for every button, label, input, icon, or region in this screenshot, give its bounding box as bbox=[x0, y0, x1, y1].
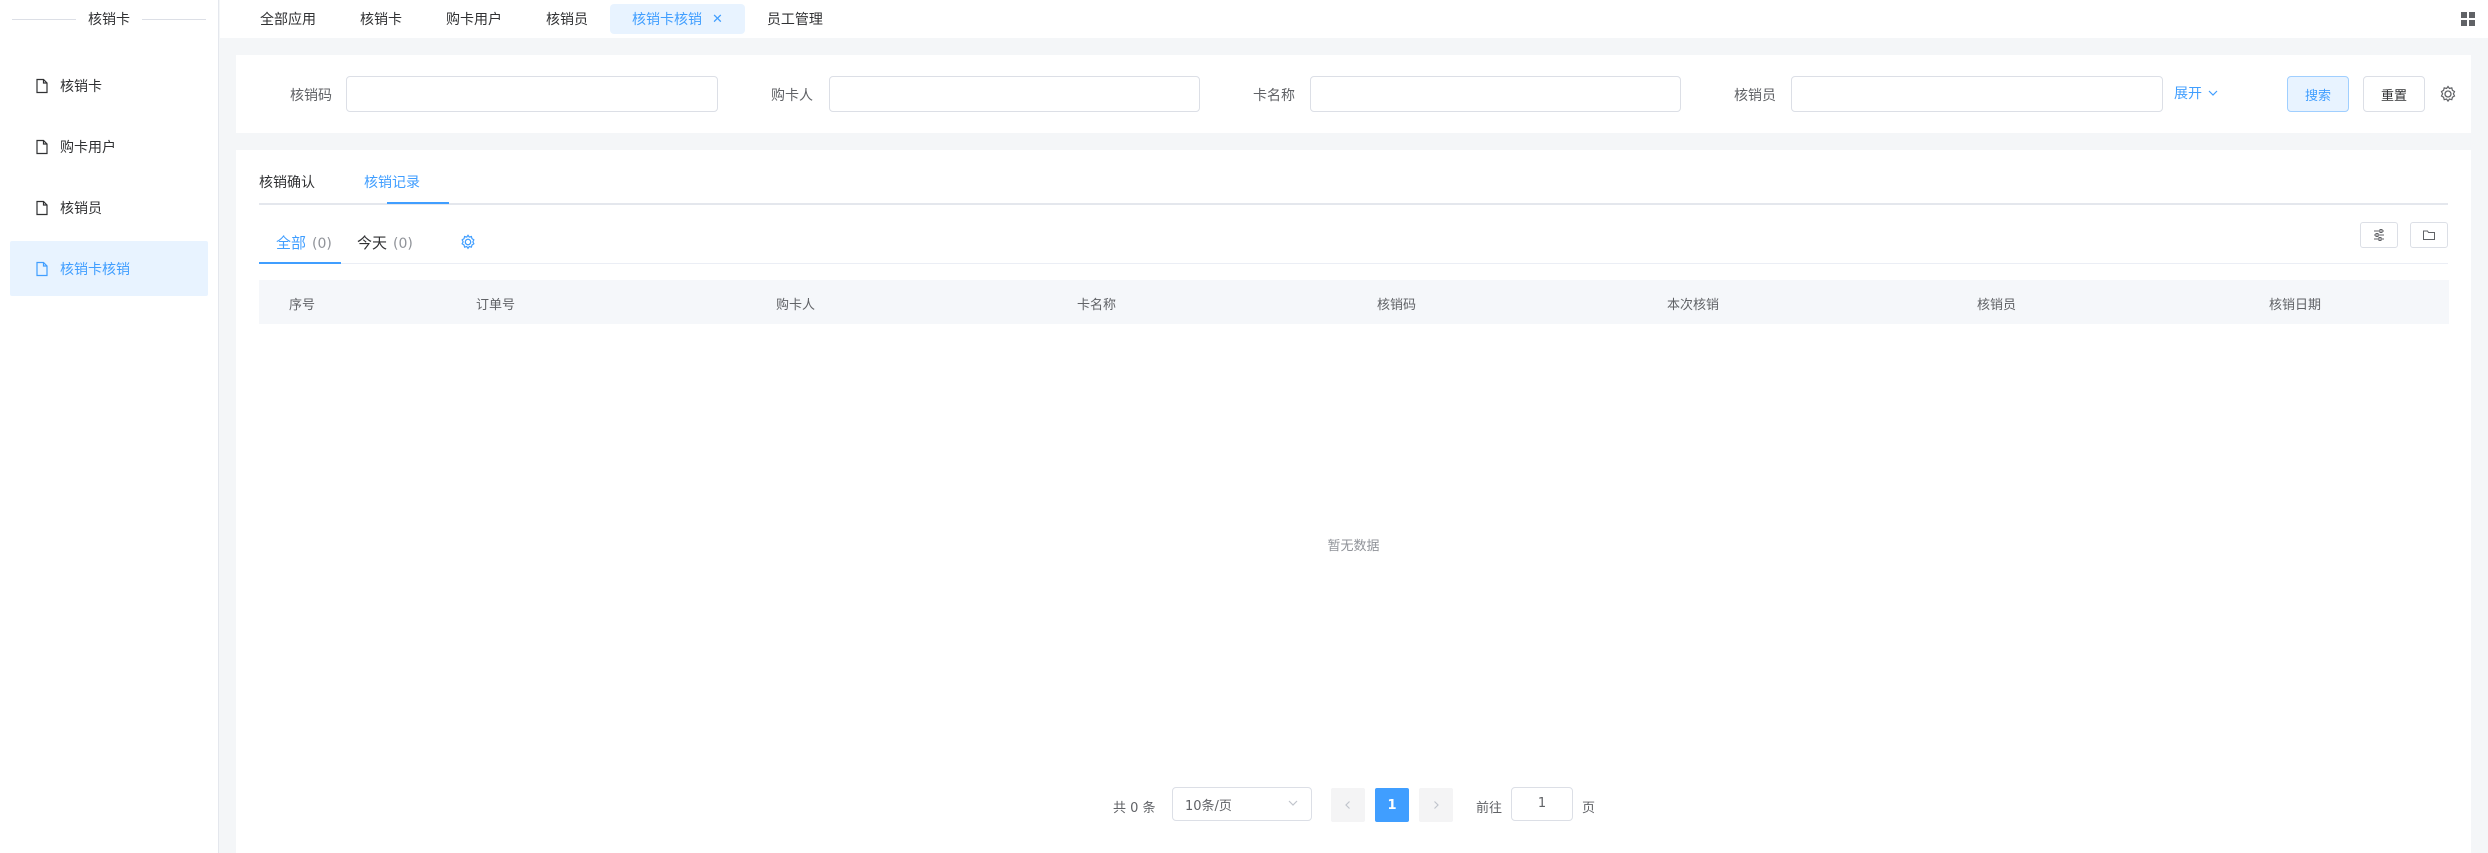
tab-label: 购卡用户 bbox=[446, 12, 502, 28]
subtab-label: 今天 bbox=[357, 234, 388, 252]
goto-label: 前往 bbox=[1476, 801, 1503, 816]
sub-tabs: 全部 (0) 今天 (0) bbox=[259, 222, 2448, 264]
tab-verify-confirm[interactable]: 核销确认 bbox=[259, 172, 315, 192]
document-icon bbox=[34, 200, 50, 216]
subtab-all[interactable]: 全部 (0) bbox=[276, 232, 332, 253]
field-label-verify-code: 核销码 bbox=[290, 88, 332, 104]
tab-label: 核销员 bbox=[546, 12, 588, 28]
empty-state-text: 暂无数据 bbox=[1327, 539, 1380, 554]
gear-icon[interactable] bbox=[459, 233, 477, 251]
tab-label: 全部应用 bbox=[260, 12, 316, 28]
next-page-button[interactable] bbox=[1419, 788, 1453, 822]
field-label-verifier: 核销员 bbox=[1734, 88, 1776, 104]
prev-page-button[interactable] bbox=[1331, 788, 1365, 822]
sidebar-item-label: 核销员 bbox=[60, 200, 102, 217]
field-label-card-name: 卡名称 bbox=[1253, 88, 1295, 104]
button-label: 搜索 bbox=[2304, 88, 2331, 104]
divider bbox=[12, 18, 76, 20]
pagination: 共 0 条 10条/页 1 前往 1 页 bbox=[236, 787, 2471, 823]
pagination-total: 共 0 条 bbox=[1113, 801, 1156, 816]
tab-staff-management[interactable]: 员工管理 bbox=[745, 4, 845, 34]
column-header: 卡名称 bbox=[1077, 298, 1117, 313]
tab-verify-records[interactable]: 核销记录 bbox=[364, 172, 420, 192]
reset-button[interactable]: 重置 bbox=[2363, 76, 2425, 112]
main-tabs: 核销确认 核销记录 bbox=[259, 150, 2448, 205]
column-header: 核销码 bbox=[1377, 298, 1417, 313]
column-header: 核销日期 bbox=[2269, 298, 2322, 313]
subtab-count: (0) bbox=[312, 236, 332, 252]
field-label-buyer: 购卡人 bbox=[771, 88, 813, 104]
subtab-count: (0) bbox=[393, 236, 413, 252]
column-header: 订单号 bbox=[476, 298, 516, 313]
close-icon[interactable]: ✕ bbox=[712, 12, 723, 27]
sidebar-item-label: 购卡用户 bbox=[60, 139, 116, 156]
active-tab-indicator bbox=[387, 202, 449, 204]
chevron-down-icon bbox=[2208, 90, 2218, 96]
goto-page-input[interactable]: 1 bbox=[1511, 787, 1573, 821]
tab-card-users[interactable]: 购卡用户 bbox=[424, 4, 524, 34]
filter-settings-button[interactable] bbox=[2360, 222, 2398, 248]
chevron-right-icon bbox=[1434, 801, 1439, 809]
card-name-input[interactable] bbox=[1310, 76, 1681, 112]
document-icon bbox=[34, 261, 50, 277]
grid-menu-icon[interactable] bbox=[2460, 11, 2476, 27]
column-header: 本次核销 bbox=[1667, 298, 1720, 313]
tab-verifiers[interactable]: 核销员 bbox=[524, 4, 610, 34]
sidebar-title: 核销卡 bbox=[88, 12, 130, 28]
verifier-input[interactable] bbox=[1791, 76, 2163, 112]
verify-code-input[interactable] bbox=[346, 76, 718, 112]
chevron-left-icon bbox=[1345, 801, 1350, 809]
sliders-icon bbox=[2374, 229, 2384, 241]
document-icon bbox=[34, 139, 50, 155]
page-size-value: 10条/页 bbox=[1185, 798, 1232, 814]
page-suffix: 页 bbox=[1582, 801, 1596, 816]
sidebar-item-label: 核销卡核销 bbox=[60, 261, 130, 278]
page-size-select[interactable]: 10条/页 bbox=[1172, 787, 1312, 821]
expand-label: 展开 bbox=[2174, 86, 2202, 102]
tab-card[interactable]: 核销卡 bbox=[338, 4, 424, 34]
tab-label: 核销卡 bbox=[360, 12, 402, 28]
expand-link[interactable]: 展开 bbox=[2174, 83, 2218, 103]
column-header: 核销员 bbox=[1977, 298, 2017, 313]
search-button[interactable]: 搜索 bbox=[2287, 76, 2349, 112]
main-panel: 核销确认 核销记录 全部 (0) 今天 (0) 序号 订单号 购卡人 卡名称 核销码… bbox=[236, 150, 2471, 853]
column-header: 购卡人 bbox=[776, 298, 816, 313]
column-header: 序号 bbox=[289, 298, 316, 313]
subtab-label: 全部 bbox=[276, 234, 307, 252]
subtab-today[interactable]: 今天 (0) bbox=[357, 232, 413, 253]
gear-icon[interactable] bbox=[2438, 84, 2458, 104]
divider bbox=[142, 18, 206, 20]
button-label: 重置 bbox=[2380, 88, 2407, 104]
page-number-button[interactable]: 1 bbox=[1375, 788, 1409, 822]
tab-all-apps[interactable]: 全部应用 bbox=[238, 4, 338, 34]
tab-card-verification[interactable]: 核销卡核销 ✕ bbox=[610, 4, 745, 34]
active-subtab-indicator bbox=[259, 262, 341, 264]
search-panel: 核销码 购卡人 卡名称 核销员 展开 搜索 重置 bbox=[236, 55, 2471, 133]
tab-label: 员工管理 bbox=[766, 12, 823, 28]
table-header: 序号 订单号 购卡人 卡名称 核销码 本次核销 核销员 核销日期 bbox=[259, 280, 2449, 324]
sidebar-item-card-verification[interactable]: 核销卡核销 bbox=[10, 241, 208, 296]
sidebar-item-verifiers[interactable]: 核销员 bbox=[10, 180, 208, 235]
sidebar: 核销卡 核销卡 购卡用户 核销员 核销卡核销 bbox=[0, 0, 219, 853]
top-tab-bar: 全部应用 核销卡 购卡用户 核销员 核销卡核销 ✕ 员工管理 bbox=[220, 0, 2488, 38]
sidebar-item-card[interactable]: 核销卡 bbox=[10, 58, 208, 113]
sidebar-title-row: 核销卡 bbox=[0, 0, 218, 38]
chevron-down-icon bbox=[1288, 800, 1298, 806]
sidebar-item-card-users[interactable]: 购卡用户 bbox=[10, 119, 208, 174]
sidebar-item-label: 核销卡 bbox=[60, 78, 102, 95]
buyer-input[interactable] bbox=[829, 76, 1200, 112]
tab-label: 核销卡核销 bbox=[632, 12, 702, 28]
folder-button[interactable] bbox=[2410, 222, 2448, 248]
document-icon bbox=[34, 78, 50, 94]
folder-icon bbox=[2423, 230, 2435, 240]
